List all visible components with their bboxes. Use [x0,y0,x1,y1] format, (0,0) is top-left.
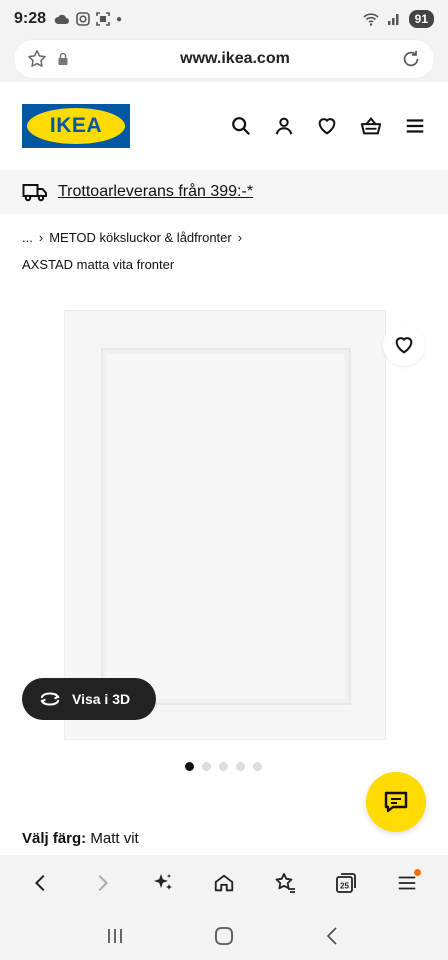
rotate-3d-icon [40,692,60,706]
image-pagination [185,762,262,771]
pagination-dot[interactable] [219,762,228,771]
pagination-dot[interactable] [253,762,262,771]
forward-button[interactable] [82,863,122,903]
breadcrumb-separator: › [237,230,243,245]
color-value: Matt vit [90,830,139,847]
site-header: IKEA [0,82,448,170]
pagination-dot[interactable] [202,762,211,771]
tabs-button[interactable]: 25 [326,863,366,903]
product-subtitle: AXSTAD matta vita fronter [22,257,175,272]
truck-icon [22,184,47,202]
heart-icon[interactable] [316,115,338,137]
pagination-dot[interactable] [185,762,194,771]
chevron-right-icon [98,874,108,892]
url-text[interactable]: www.ikea.com [70,50,400,68]
status-time: 9:28 [14,10,47,27]
home-nav-icon[interactable] [213,925,235,947]
view-in-3d-button[interactable]: Visa i 3D [22,678,156,720]
chat-icon [384,791,408,813]
pagination-dot[interactable] [236,762,245,771]
tabs-count: 25 [340,882,349,891]
color-label: Välj färg: [22,830,87,847]
assistant-button[interactable] [143,863,183,903]
search-icon[interactable] [230,115,252,137]
star-list-icon [275,873,296,893]
browser-toolbar: 25 [0,855,448,911]
cloud-icon [54,14,70,24]
breadcrumb-category[interactable]: METOD köksluckor & lådfronter [49,230,232,245]
user-icon[interactable] [273,115,295,137]
url-bar[interactable]: www.ikea.com [14,40,434,78]
battery-indicator: 91 [408,10,434,28]
instagram-icon [76,12,90,26]
reload-icon[interactable] [400,48,422,70]
breadcrumb-ellipsis[interactable]: ... [22,230,33,245]
cabinet-door-panel [101,348,351,705]
notification-badge [414,869,422,876]
status-bar: 9:28 ● 91 [0,0,448,38]
heart-icon [395,337,413,354]
bookmarks-button[interactable] [265,863,305,903]
wifi-icon [363,13,379,26]
logo-text: IKEA [27,108,125,144]
ikea-logo[interactable]: IKEA [22,104,130,148]
home-button[interactable] [204,863,244,903]
chevron-left-icon [34,874,45,892]
back-button[interactable] [21,863,61,903]
sparkle-icon [153,874,172,890]
basket-icon[interactable] [359,115,383,137]
view-in-3d-label: Visa i 3D [72,691,131,707]
browser-menu-button[interactable] [387,863,427,903]
chat-button[interactable] [366,772,426,832]
product-image[interactable] [64,310,386,740]
back-nav-icon[interactable] [322,925,344,947]
menu-icon[interactable] [404,115,426,137]
delivery-text[interactable]: Trottoarleverans från 399:-* [58,183,253,201]
home-icon [214,874,234,892]
add-to-favourites-button[interactable] [383,324,425,366]
delivery-banner[interactable]: Trottoarleverans från 399:-* [0,170,448,214]
system-navigation [0,911,448,960]
breadcrumb-separator: › [38,230,44,245]
lock-icon [58,52,68,65]
notification-dot-icon: ● [116,13,123,25]
tabs-icon: 25 [336,873,357,893]
header-actions [230,115,426,137]
color-selector-label: Välj färg: Matt vit [22,830,139,847]
signal-icon [387,14,399,25]
status-icons: ● [54,12,122,26]
screenshot-icon [96,12,110,26]
breadcrumb: ... › METOD köksluckor & lådfronter › [22,230,242,245]
bookmark-star-icon[interactable] [26,48,48,70]
recent-apps-icon[interactable] [104,926,126,946]
